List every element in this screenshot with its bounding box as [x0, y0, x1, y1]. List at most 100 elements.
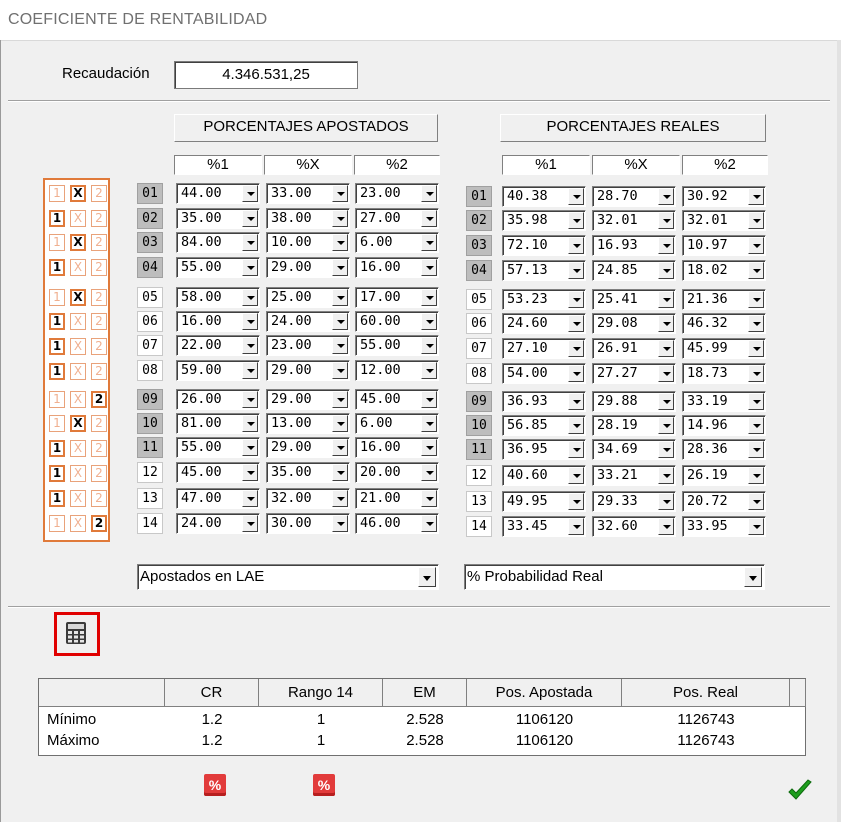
chevron-down-icon[interactable]	[242, 210, 258, 227]
reales-pct-select[interactable]: 28.19	[592, 415, 676, 436]
ticket-cell[interactable]: 2	[91, 415, 107, 432]
ticket-cell[interactable]: 2	[91, 391, 107, 408]
ticket-cell[interactable]: X	[70, 490, 86, 507]
chevron-down-icon[interactable]	[242, 259, 258, 276]
chevron-down-icon[interactable]	[658, 315, 674, 332]
ticket-cell[interactable]: 2	[91, 465, 107, 482]
chevron-down-icon[interactable]	[332, 391, 348, 408]
chevron-down-icon[interactable]	[658, 237, 674, 254]
reales-pct-select[interactable]: 27.10	[502, 338, 586, 359]
chevron-down-icon[interactable]	[242, 415, 258, 432]
apostados-pct-select[interactable]: 58.00	[176, 287, 260, 308]
chevron-down-icon[interactable]	[748, 340, 764, 357]
reales-pct-select[interactable]: 25.41	[592, 289, 676, 310]
chevron-down-icon[interactable]	[568, 365, 584, 382]
chevron-down-icon[interactable]	[242, 289, 258, 306]
apostados-pct-select[interactable]: 23.00	[355, 183, 439, 204]
chevron-down-icon[interactable]	[421, 259, 437, 276]
reales-pct-select[interactable]: 21.36	[682, 289, 766, 310]
ticket-cell[interactable]: X	[70, 440, 86, 457]
ticket-cell[interactable]: 1	[49, 185, 65, 202]
ticket-cell[interactable]: 2	[91, 185, 107, 202]
apostados-pct-select[interactable]: 26.00	[176, 389, 260, 410]
percent-icon[interactable]: %	[313, 774, 335, 796]
chevron-down-icon[interactable]	[748, 441, 764, 458]
chevron-down-icon[interactable]	[748, 188, 764, 205]
apostados-pct-select[interactable]: 81.00	[176, 413, 260, 434]
ticket-cell[interactable]: 2	[91, 234, 107, 251]
chevron-down-icon[interactable]	[242, 490, 258, 507]
reales-pct-select[interactable]: 33.19	[682, 391, 766, 412]
apostados-pct-select[interactable]: 16.00	[176, 311, 260, 332]
ticket-cell[interactable]: X	[70, 465, 86, 482]
apostados-pct-select[interactable]: 47.00	[176, 488, 260, 509]
chevron-down-icon[interactable]	[568, 237, 584, 254]
chevron-down-icon[interactable]	[568, 493, 584, 510]
reales-pct-select[interactable]: 57.13	[502, 260, 586, 281]
ticket-cell[interactable]: X	[70, 338, 86, 355]
apostados-pct-select[interactable]: 55.00	[176, 437, 260, 458]
reales-pct-select[interactable]: 24.85	[592, 260, 676, 281]
ticket-cell[interactable]: 1	[49, 234, 65, 251]
reales-pct-select[interactable]: 18.73	[682, 363, 766, 384]
chevron-down-icon[interactable]	[748, 291, 764, 308]
ticket-cell[interactable]: X	[70, 363, 86, 380]
reales-pct-select[interactable]: 14.96	[682, 415, 766, 436]
chevron-down-icon[interactable]	[568, 291, 584, 308]
chevron-down-icon[interactable]	[421, 185, 437, 202]
chevron-down-icon[interactable]	[658, 518, 674, 535]
apostados-pct-select[interactable]: 35.00	[266, 462, 350, 483]
apostados-pct-select[interactable]: 29.00	[266, 389, 350, 410]
chevron-down-icon[interactable]	[332, 210, 348, 227]
apostados-pct-select[interactable]: 16.00	[355, 257, 439, 278]
reales-pct-select[interactable]: 28.36	[682, 439, 766, 460]
ticket-cell[interactable]: 2	[91, 210, 107, 227]
reales-pct-select[interactable]: 10.97	[682, 235, 766, 256]
apostados-pct-select[interactable]: 6.00	[355, 232, 439, 253]
chevron-down-icon[interactable]	[658, 493, 674, 510]
ticket-cell[interactable]: X	[70, 259, 86, 276]
chevron-down-icon[interactable]	[744, 567, 762, 587]
ticket-cell[interactable]: 1	[49, 515, 65, 532]
chevron-down-icon[interactable]	[748, 467, 764, 484]
reales-pct-select[interactable]: 36.95	[502, 439, 586, 460]
reales-pct-select[interactable]: 53.23	[502, 289, 586, 310]
reales-source-select[interactable]: % Probabilidad Real	[464, 564, 765, 590]
reales-pct-select[interactable]: 29.08	[592, 313, 676, 334]
chevron-down-icon[interactable]	[332, 289, 348, 306]
apostados-pct-select[interactable]: 44.00	[176, 183, 260, 204]
ticket-cell[interactable]: 2	[91, 440, 107, 457]
chevron-down-icon[interactable]	[332, 439, 348, 456]
chevron-down-icon[interactable]	[332, 185, 348, 202]
apostados-source-select[interactable]: Apostados en LAE	[137, 564, 439, 590]
ticket-cell[interactable]: 2	[91, 289, 107, 306]
ticket-cell[interactable]: X	[70, 185, 86, 202]
chevron-down-icon[interactable]	[421, 515, 437, 532]
apostados-pct-select[interactable]: 10.00	[266, 232, 350, 253]
chevron-down-icon[interactable]	[242, 185, 258, 202]
ticket-cell[interactable]: X	[70, 415, 86, 432]
ticket-cell[interactable]: 1	[49, 440, 65, 457]
apostados-pct-select[interactable]: 32.00	[266, 488, 350, 509]
apostados-pct-select[interactable]: 21.00	[355, 488, 439, 509]
reales-pct-select[interactable]: 54.00	[502, 363, 586, 384]
chevron-down-icon[interactable]	[658, 340, 674, 357]
reales-pct-select[interactable]: 32.60	[592, 516, 676, 537]
chevron-down-icon[interactable]	[242, 337, 258, 354]
reales-pct-select[interactable]: 49.95	[502, 491, 586, 512]
chevron-down-icon[interactable]	[658, 188, 674, 205]
reales-pct-select[interactable]: 27.27	[592, 363, 676, 384]
chevron-down-icon[interactable]	[568, 262, 584, 279]
chevron-down-icon[interactable]	[421, 313, 437, 330]
apostados-pct-select[interactable]: 38.00	[266, 208, 350, 229]
apostados-pct-select[interactable]: 55.00	[176, 257, 260, 278]
reales-pct-select[interactable]: 18.02	[682, 260, 766, 281]
reales-pct-select[interactable]: 46.32	[682, 313, 766, 334]
chevron-down-icon[interactable]	[658, 291, 674, 308]
apostados-pct-select[interactable]: 22.00	[176, 335, 260, 356]
apostados-pct-select[interactable]: 33.00	[266, 183, 350, 204]
chevron-down-icon[interactable]	[748, 417, 764, 434]
chevron-down-icon[interactable]	[658, 212, 674, 229]
apostados-pct-select[interactable]: 60.00	[355, 311, 439, 332]
ticket-cell[interactable]: 2	[91, 259, 107, 276]
